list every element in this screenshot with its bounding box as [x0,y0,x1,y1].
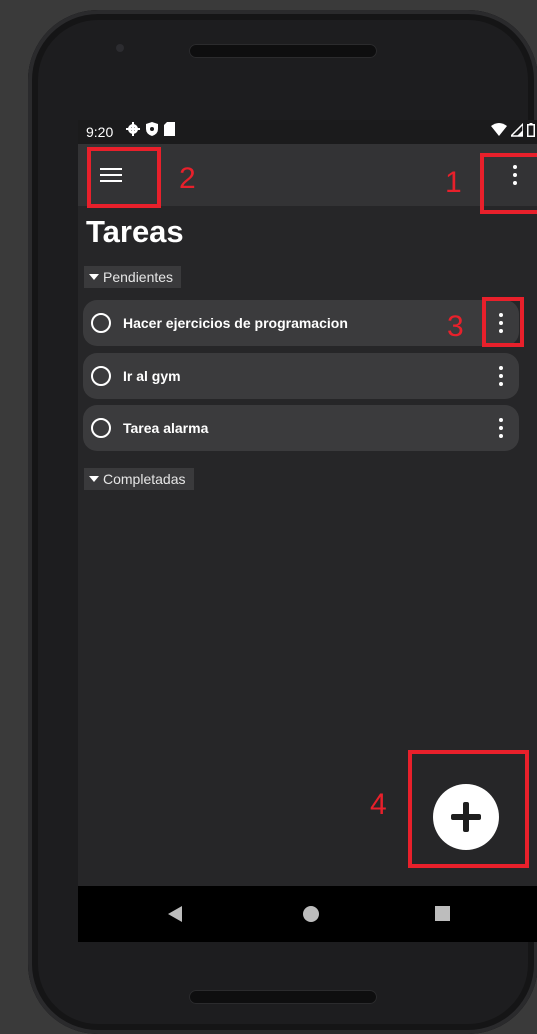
task-more-vert-icon[interactable] [496,418,506,438]
top-speaker [189,44,377,58]
task-more-vert-icon[interactable] [496,366,506,386]
annotation-number: 3 [447,310,464,343]
page-title: Tareas [86,214,184,249]
sd-card-icon [164,122,175,136]
annotation-number: 1 [445,166,462,199]
section-header-completed[interactable]: Completadas [84,468,194,490]
home-icon[interactable] [303,906,319,922]
back-icon[interactable] [168,906,182,922]
shield-icon [146,122,158,136]
annotation-box-task-menu [482,297,524,347]
phone-frame: 9:20 Tareas Pendientes Hacer ejercicios [28,10,537,1034]
system-nav-bar [78,886,537,942]
annotation-box-fab [408,750,529,868]
signal-icon [511,123,523,137]
task-label: Hacer ejercicios de programacion [123,315,348,331]
caret-down-icon [89,274,99,280]
task-item[interactable]: Tarea alarma [83,405,519,451]
annotation-number: 2 [179,162,196,195]
section-label-pending: Pendientes [103,269,174,285]
annotation-box-overflow [480,153,537,214]
gear-icon [126,122,140,136]
status-bar: 9:20 [78,120,537,144]
bottom-speaker [189,990,377,1004]
task-checkbox[interactable] [91,366,111,386]
device-screen: 9:20 Tareas Pendientes Hacer ejercicios [78,120,537,942]
recents-icon[interactable] [435,906,450,921]
task-item[interactable]: Ir al gym [83,353,519,399]
front-camera [116,44,124,52]
task-checkbox[interactable] [91,418,111,438]
section-header-pending[interactable]: Pendientes [84,266,182,288]
battery-icon [527,123,535,137]
annotation-number: 4 [370,788,387,821]
section-label-completed: Completadas [103,471,186,487]
status-time: 9:20 [86,124,114,140]
wifi-icon [491,123,507,136]
task-label: Tarea alarma [123,420,209,436]
task-checkbox[interactable] [91,313,111,333]
caret-down-icon [89,476,99,482]
task-label: Ir al gym [123,368,181,384]
annotation-box-menu [87,147,161,208]
